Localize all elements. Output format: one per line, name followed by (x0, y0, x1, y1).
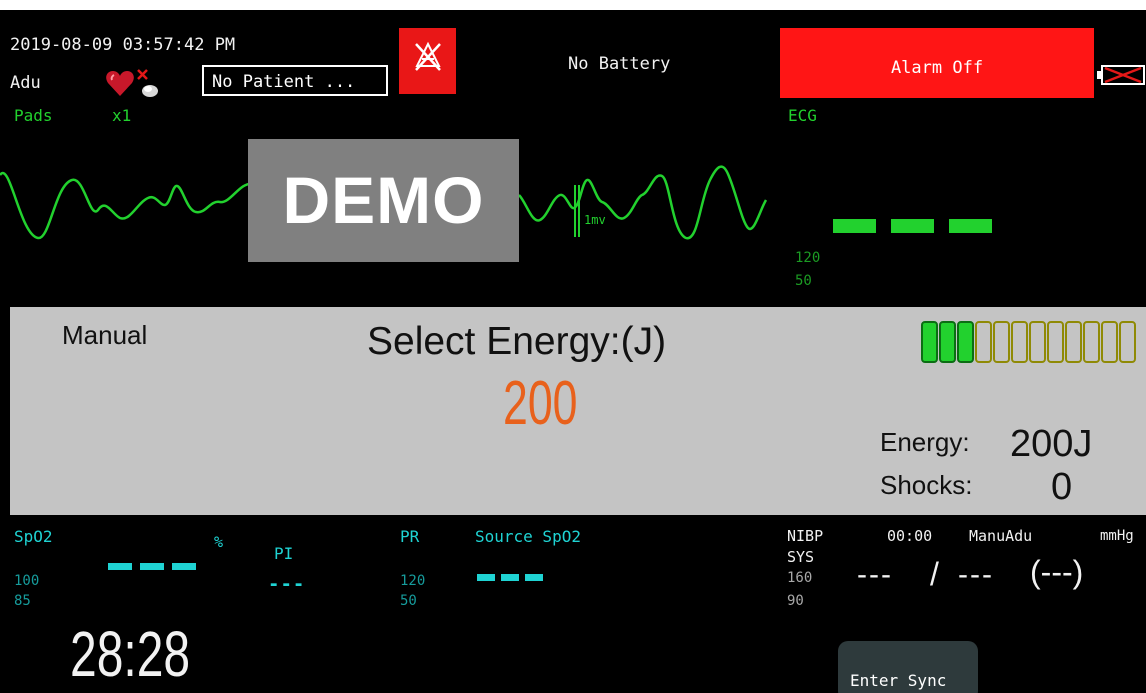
nibp-upper-limit: 160 (787, 570, 813, 586)
pr-label[interactable]: PR (400, 529, 419, 545)
nibp-mode: ManuAdu (969, 527, 1033, 545)
nibp-diastolic: --- (958, 558, 994, 591)
charge-cell (1119, 321, 1136, 363)
patient-button-label: No Patient ... (212, 72, 356, 92)
ecg-lead-label[interactable]: Pads (14, 108, 53, 124)
patient-type[interactable]: Adu (10, 75, 41, 92)
charge-cell (1065, 321, 1082, 363)
nibp-systolic: --- (857, 558, 893, 591)
defibrillator-monitor-screen: 2019-08-09 03:57:42 PM Adu No Patient ..… (0, 0, 1146, 693)
ecg-panel-label[interactable]: ECG (788, 108, 817, 124)
pi-label: PI (274, 544, 294, 563)
charge-cell (993, 321, 1010, 363)
charge-cell (939, 321, 956, 363)
ecg-gain-label[interactable]: x1 (112, 108, 131, 124)
shocks-value: 0 (1051, 466, 1073, 508)
hr-upper-limit: 120 (795, 250, 821, 266)
nibp-separator: / (930, 556, 939, 592)
alarm-silenced-icon (411, 40, 445, 78)
charge-cell (1047, 321, 1064, 363)
battery-missing-icon (1097, 64, 1146, 90)
charge-cell (957, 321, 974, 363)
charge-cell (1011, 321, 1028, 363)
charge-cell (921, 321, 938, 363)
battery-status: No Battery (568, 54, 671, 74)
enter-sync-button[interactable]: Enter Sync (838, 641, 978, 693)
energy-prompt: Select Energy:(J) (367, 320, 667, 363)
selected-energy[interactable]: 200 (503, 373, 577, 435)
pi-value: --- (268, 573, 306, 595)
alarm-silence-button[interactable] (399, 28, 456, 94)
energy-label: Energy: (880, 427, 970, 457)
demo-watermark: DEMO (248, 139, 519, 262)
charge-cell (1101, 321, 1118, 363)
hr-lower-limit: 50 (795, 273, 812, 289)
pr-lower-limit: 50 (400, 593, 417, 609)
top-border (0, 0, 1146, 10)
heart-off-icon (104, 66, 164, 102)
alarm-status-bar[interactable]: Alarm Off (780, 28, 1094, 98)
elapsed-timer: 28:28 (70, 618, 191, 690)
nibp-label[interactable]: NIBP (787, 529, 823, 544)
nibp-time: 00:00 (887, 527, 933, 545)
nibp-mean: (---) (1030, 554, 1084, 590)
charge-cell (975, 321, 992, 363)
shocks-label: Shocks: (880, 470, 973, 500)
alarm-status-label: Alarm Off (890, 58, 984, 78)
datetime: 2019-08-09 03:57:42 PM (10, 35, 236, 55)
pr-source: Source SpO2 (475, 527, 581, 546)
charge-level-bar (921, 321, 1136, 363)
pr-upper-limit: 120 (400, 573, 426, 589)
nibp-sys-label: SYS (787, 548, 815, 566)
enter-sync-label: Enter Sync (850, 671, 947, 690)
nibp-lower-limit: 90 (787, 593, 804, 609)
patient-info-button[interactable]: No Patient ... (202, 65, 388, 96)
spo2-upper-limit: 100 (14, 573, 40, 589)
charge-cell (1083, 321, 1100, 363)
spo2-unit: % (214, 533, 224, 551)
charge-cell (1029, 321, 1046, 363)
energy-value: 200J (1010, 423, 1093, 465)
spo2-lower-limit: 85 (14, 593, 31, 609)
nibp-unit: mmHg (1100, 528, 1134, 544)
therapy-mode[interactable]: Manual (62, 322, 147, 348)
ecg-scale-label: 1mv (584, 213, 606, 227)
spo2-label[interactable]: SpO2 (14, 529, 53, 545)
